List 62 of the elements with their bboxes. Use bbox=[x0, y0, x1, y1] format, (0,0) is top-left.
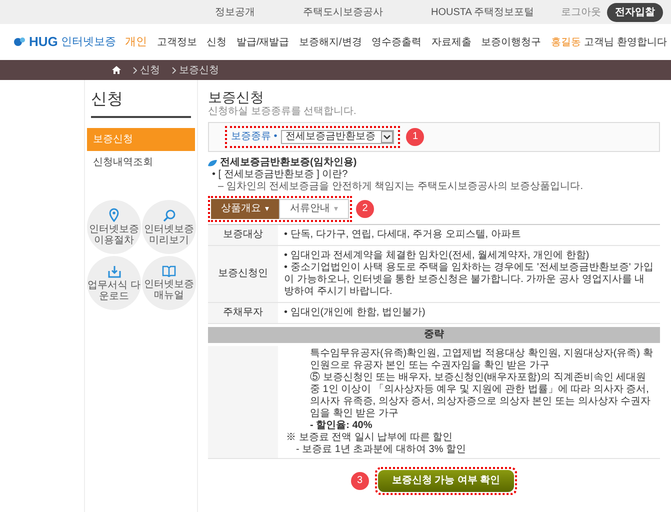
check-eligibility-button[interactable]: 보증신청 가능 여부 확인 bbox=[378, 470, 514, 492]
breadcrumb-link[interactable]: 보증신청 bbox=[179, 62, 219, 78]
shortcut-button[interactable]: 업무서식 다운로드 bbox=[87, 256, 141, 310]
nav-link[interactable]: 신청 bbox=[206, 34, 227, 50]
top-link[interactable]: HOUSTA 주택정보포털 bbox=[431, 4, 534, 20]
table-cell-text: • 임대인과 전세계약을 체결한 임차인(전세, 월세계약자, 개인에 한함) bbox=[284, 250, 590, 262]
chevron-down-icon bbox=[381, 131, 394, 143]
note-text: ※ 보증료 전액 일시 납부에 따른 할인 bbox=[285, 432, 454, 444]
tab[interactable]: 상품개요 bbox=[211, 199, 279, 219]
bid-button[interactable]: 전자입찰 bbox=[607, 2, 663, 22]
map-pin-icon bbox=[108, 208, 120, 222]
shortcut-button[interactable]: 인터넷보증 미리보기 bbox=[142, 200, 196, 254]
step-number-badge: 2 bbox=[356, 200, 374, 218]
description-text: - 보증료 1년 초과분에 대하여 3% 할인 bbox=[295, 444, 468, 456]
table-cell-text: • 단독, 다가구, 연립, 다세대, 주거용 오피스텔, 아파트 bbox=[284, 229, 522, 241]
sidebar-item[interactable]: 신청내역조회 bbox=[87, 151, 195, 174]
logo-text: 인터넷보증 bbox=[60, 34, 116, 50]
nav-link[interactable]: 고객정보 bbox=[156, 34, 197, 50]
user-name: 홍길동 bbox=[551, 36, 582, 50]
nav-link[interactable]: 발급/재발급 bbox=[236, 34, 290, 50]
breadcrumb-link[interactable]: 신청 bbox=[140, 62, 160, 78]
discount-rate-text: - 할인율: 40% bbox=[309, 420, 374, 432]
shortcut-button[interactable]: 인터넷보증 매뉴얼 bbox=[142, 256, 196, 310]
product-description: – 임차인의 전세보증금을 안전하게 책임지는 주택도시보증공사의 보증상품입니다. bbox=[217, 181, 584, 193]
step-number-badge: 3 bbox=[350, 472, 369, 490]
nav-link[interactable]: 영수증출력 bbox=[372, 34, 422, 50]
row-header: 보증대상 bbox=[208, 225, 278, 245]
shortcut-button[interactable]: 인터넷보증 이용절차 bbox=[87, 200, 141, 254]
row-header: 주채무자 bbox=[208, 303, 278, 323]
book-icon bbox=[162, 265, 176, 277]
caret-icon bbox=[265, 207, 269, 211]
chevron-right-icon bbox=[172, 66, 176, 74]
top-link[interactable]: 정보공개 bbox=[215, 4, 255, 20]
guarantee-type-select[interactable]: 전세보증금반환보증 bbox=[281, 130, 394, 144]
section-label: 개인 bbox=[124, 34, 147, 50]
product-question: • [ 전세보증금반환보증 ] 이란? bbox=[211, 169, 349, 181]
table-cell-text: • 중소기업법인이 사택 용도로 주택을 임차하는 경우에도 '전세보증금반환보증' 가입이 가능하오나, 인터넷을 통한 보증신청은 불가합니다. 가까운 공사 영업지사를 내방하여 주시기 바랍니다. bbox=[284, 262, 654, 298]
page-title: 보증신청 bbox=[208, 88, 265, 106]
omission-band: 중략 bbox=[208, 327, 660, 343]
sidebar-title: 신청 bbox=[91, 90, 124, 110]
chevron-right-icon bbox=[133, 66, 137, 74]
tab[interactable]: 서류안내 bbox=[279, 199, 349, 219]
description-text: ⑤ 보증신청인 또는 배우자, 보증신청인(배우자포함)의 직계존비속인 세대원 중 1인 이상이 「의사상자등 예우 및 지원에 관한 법률」에 따라 의사자 증서, 의사자 유족증, 의상자 증서, 의상자증으로 의상자 본인 또는 의사상자 수권자임을 확인 받은 가구 bbox=[309, 372, 652, 420]
logo-mark: HUG bbox=[29, 33, 58, 52]
top-link[interactable]: 주택도시보증공사 bbox=[303, 4, 383, 20]
product-name: 전세보증금반환보증(임차인용) bbox=[220, 157, 357, 169]
greeting-text: 고객님 환영합니다 bbox=[584, 36, 667, 50]
download-icon bbox=[108, 264, 120, 278]
nav-link[interactable]: 보증이행청구 bbox=[481, 34, 542, 50]
row-header: 보증신청인 bbox=[208, 246, 278, 302]
caret-icon bbox=[334, 207, 338, 211]
logo-icon bbox=[14, 37, 26, 47]
page-subtitle: 신청하실 보증종류를 선택합니다. bbox=[208, 106, 358, 118]
field-label: 보증종류 • bbox=[231, 131, 278, 143]
search-icon bbox=[162, 208, 176, 222]
nav-link[interactable]: 보증해지/변경 bbox=[299, 34, 362, 50]
home-icon[interactable] bbox=[112, 66, 121, 74]
table-cell-text: • 임대인(개인에 한함, 법인불가) bbox=[284, 307, 426, 319]
nav-link[interactable]: 자료제출 bbox=[431, 34, 472, 50]
step-number-badge: 1 bbox=[406, 128, 424, 146]
leaf-icon bbox=[208, 160, 217, 166]
description-text: 특수임무유공자(유족)확인원, 고엽제법 적용대상 확인원, 지원대상자(유족) 확인원으로 유공자 본인 또는 수권자임을 확인 받은 가구 bbox=[309, 348, 654, 372]
